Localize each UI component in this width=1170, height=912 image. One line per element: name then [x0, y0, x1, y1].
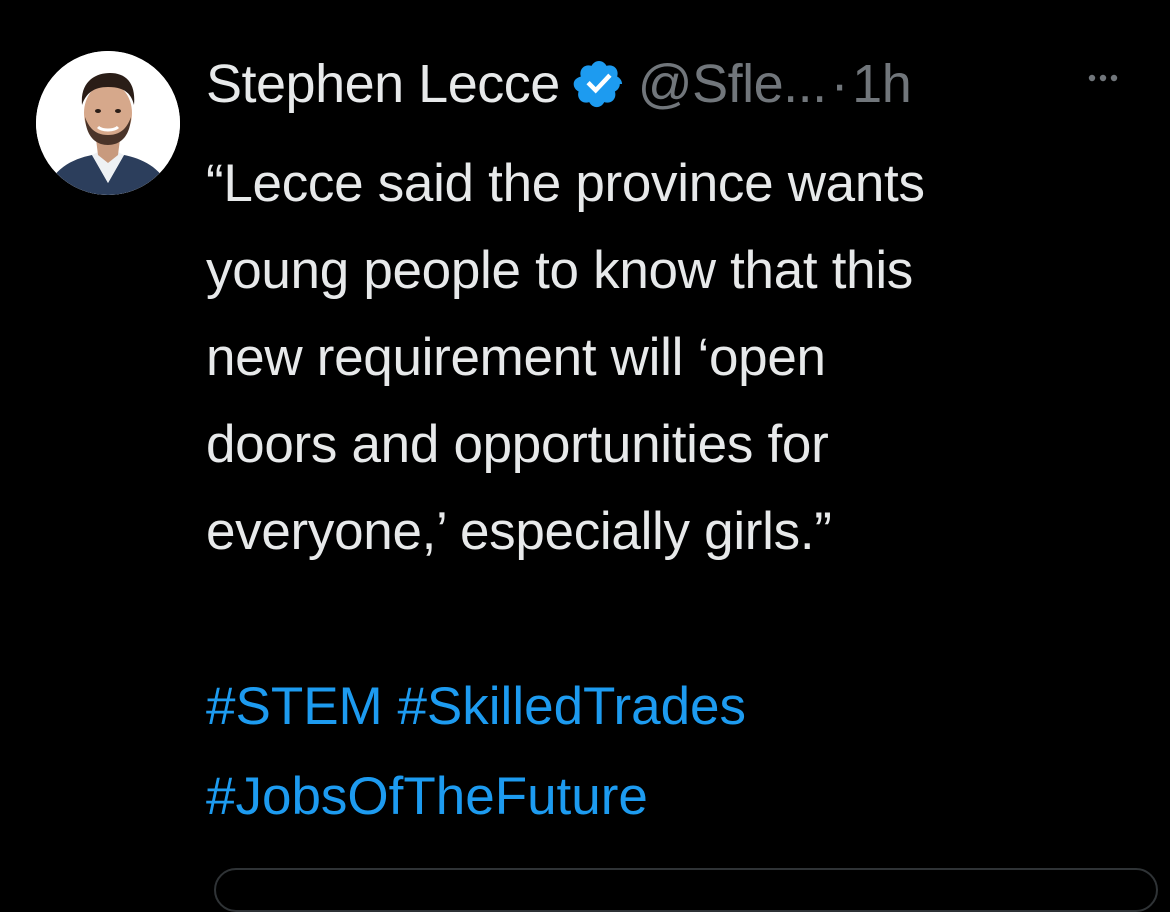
hashtag-line: #STEM #SkilledTrades [206, 662, 1146, 752]
tweet[interactable]: Stephen Lecce @Sfle... · 1h “Lecce said … [0, 0, 1170, 912]
separator-dot: · [830, 54, 849, 114]
tweet-text-line: doors and opportunities for [206, 415, 829, 474]
hashtag-skilledtrades[interactable]: #SkilledTrades [397, 677, 746, 736]
hashtags: #STEM #SkilledTrades #JobsOfTheFuture [206, 662, 1146, 842]
hashtag-jobsofthefuture[interactable]: #JobsOfTheFuture [206, 767, 648, 826]
tweet-header: Stephen Lecce @Sfle... · 1h [206, 52, 912, 116]
tweet-text-line: new requirement will ‘open [206, 328, 826, 387]
hashtag-line: #JobsOfTheFuture [206, 752, 1146, 842]
tweet-text-line: “Lecce said the province wants [206, 154, 925, 213]
avatar-photo [36, 51, 180, 195]
avatar[interactable] [36, 51, 180, 195]
tweet-text: “Lecce said the province wants young peo… [206, 140, 1146, 575]
post-time[interactable]: 1h [852, 52, 912, 116]
link-card-preview[interactable] [214, 868, 1158, 912]
verified-badge-icon [572, 57, 626, 111]
tweet-text-line: everyone,’ especially girls.” [206, 502, 832, 561]
hashtag-stem[interactable]: #STEM [206, 677, 383, 736]
display-name[interactable]: Stephen Lecce [206, 52, 560, 116]
user-handle[interactable]: @Sfle... [638, 52, 827, 116]
more-options-icon[interactable] [1084, 66, 1132, 90]
tweet-text-line: young people to know that this [206, 241, 913, 300]
